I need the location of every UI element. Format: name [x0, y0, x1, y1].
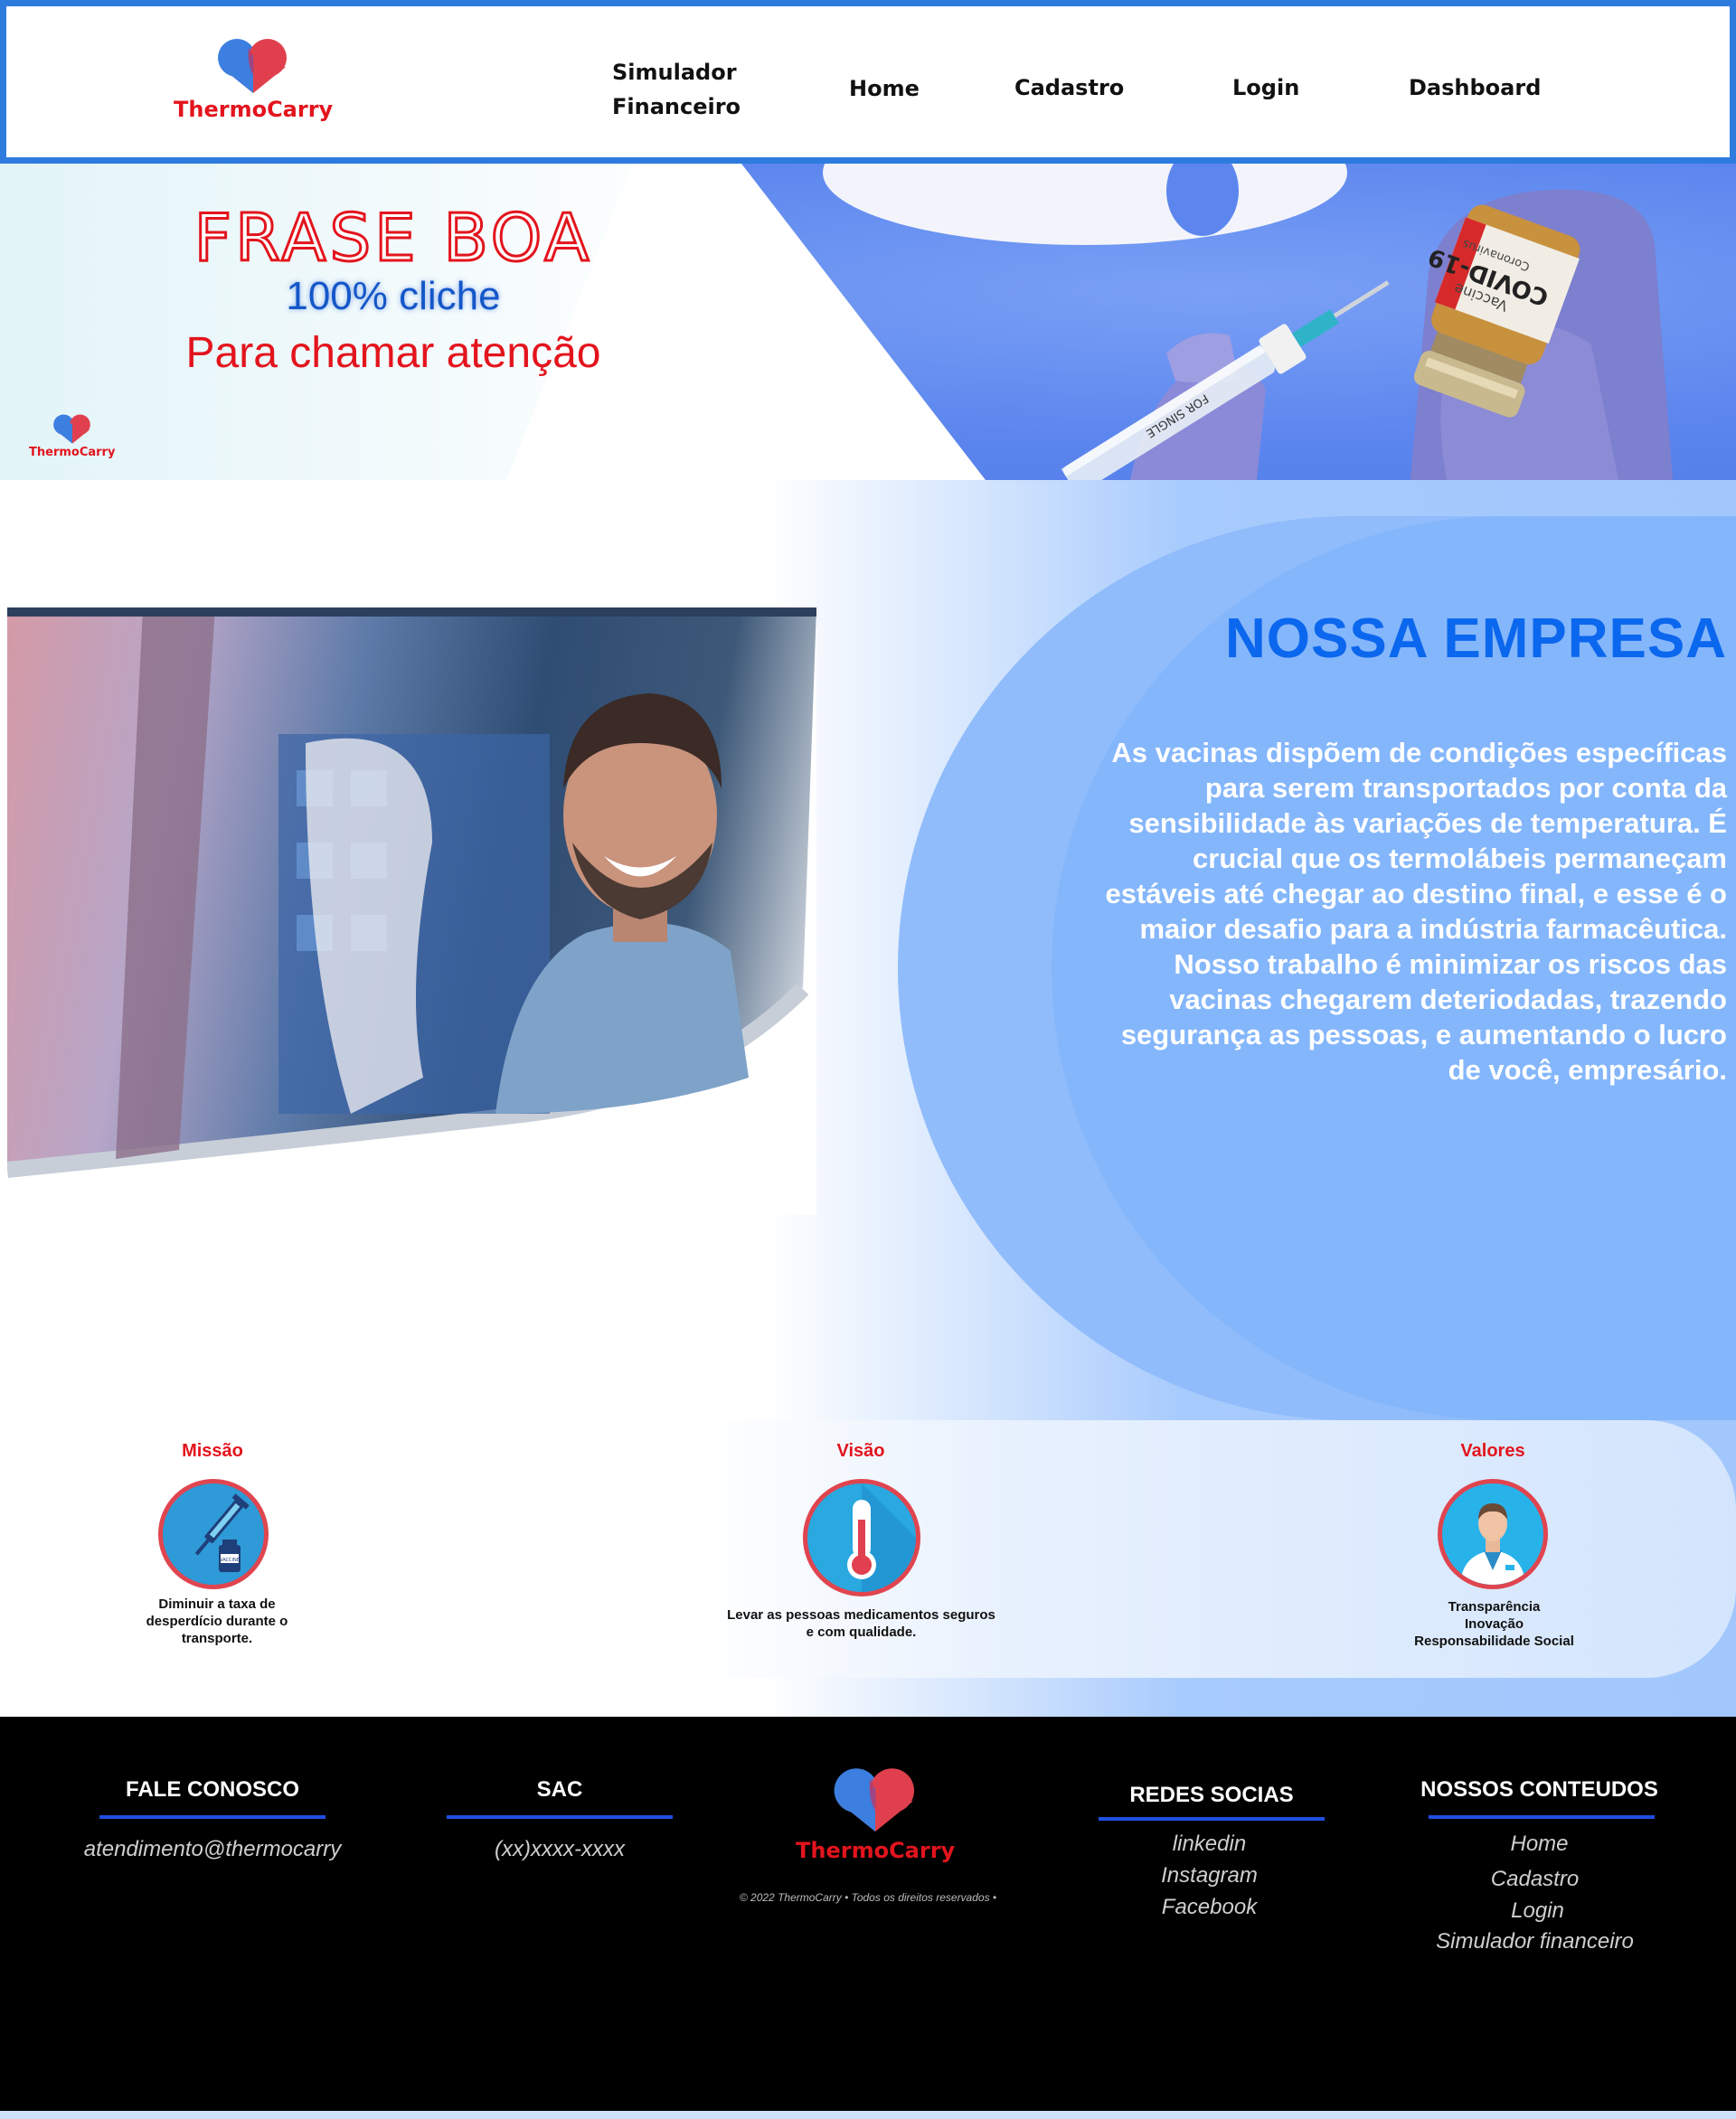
- nav-cadastro[interactable]: Cadastro: [1014, 71, 1124, 105]
- valores-text: Transparência Inovação Responsabilidade …: [1392, 1598, 1596, 1650]
- visao-text-line1: Levar as pessoas medicamentos seguros: [727, 1607, 995, 1623]
- nav-home[interactable]: Home: [849, 71, 920, 106]
- footer-link-cadastro[interactable]: Cadastro: [1424, 1867, 1646, 1892]
- footer-conteudos-underline: [1429, 1815, 1655, 1819]
- heart-logo-icon: [218, 39, 288, 93]
- footer-link-login[interactable]: Login: [1427, 1898, 1648, 1924]
- driver-photo: [7, 607, 816, 1215]
- about-description: As vacinas dispõem de condições específi…: [1105, 737, 1727, 1086]
- missao-text-line1: Diminuir a taxa de: [158, 1596, 276, 1612]
- valores-text-line1: Transparência: [1448, 1599, 1541, 1615]
- hero-brand-name: ThermoCarry: [29, 446, 116, 459]
- nav-simulador-line2: Financeiro: [612, 94, 741, 119]
- footer-link-instagram[interactable]: Instagram: [1099, 1863, 1320, 1888]
- site-header: ThermoCarry Simulador Financeiro Home Ca…: [0, 0, 1736, 164]
- visao-text-line2: e com qualidade.: [806, 1625, 917, 1640]
- nav-simulador-line1: Simulador: [612, 60, 737, 85]
- thermometer-icon: [803, 1479, 920, 1596]
- nav-dashboard[interactable]: Dashboard: [1409, 71, 1541, 105]
- footer-phone[interactable]: (xx)xxxx-xxxx: [447, 1837, 673, 1862]
- about-title: NOSSA EMPRESA: [1224, 607, 1727, 670]
- heart-logo-icon: [834, 1768, 915, 1832]
- hero-tagline: Para chamar atenção: [185, 329, 601, 377]
- footer-link-linkedin[interactable]: linkedin: [1099, 1832, 1320, 1857]
- missao-text-line2: desperdício durante o: [146, 1614, 288, 1629]
- valores-title: Valores: [1460, 1441, 1525, 1461]
- footer-link-facebook[interactable]: Facebook: [1099, 1895, 1320, 1920]
- syringe-vaccine-icon: VACCINE: [158, 1479, 269, 1589]
- hero-logo: ThermoCarry: [29, 413, 115, 459]
- missao-text-line3: transporte.: [181, 1631, 253, 1646]
- footer-sac-underline: [447, 1815, 673, 1819]
- header-brand-name: ThermoCarry: [174, 97, 334, 122]
- valores-text-line2: Inovação: [1464, 1616, 1524, 1632]
- footer-email-link[interactable]: atendimento@thermocarry: [54, 1837, 371, 1862]
- footer-brand-name: ThermoCarry: [796, 1838, 956, 1863]
- hero-subheadline: 100% cliche: [286, 274, 501, 318]
- driver-photo-illustration: [7, 607, 816, 1215]
- footer-sac-title: SAC: [536, 1777, 583, 1802]
- header-logo[interactable]: ThermoCarry: [174, 37, 333, 122]
- missao-text: Diminuir a taxa de desperdício durante o…: [118, 1596, 316, 1647]
- footer-redes-title: REDES SOCIAS: [1129, 1783, 1294, 1807]
- valores-text-line3: Responsabilidade Social: [1414, 1634, 1574, 1649]
- footer-bottom-bar: [0, 2111, 1736, 2119]
- site-footer: FALE CONOSCO atendimento@thermocarry SAC…: [0, 1717, 1736, 2111]
- footer-fale-conosco-underline: [99, 1815, 326, 1819]
- footer-link-home[interactable]: Home: [1429, 1832, 1650, 1857]
- hero-banner: COVID-19 Coronavirus Vaccine FOR SINGLE …: [0, 164, 1736, 480]
- footer-copyright: © 2022 ThermoCarry • Todos os direitos r…: [739, 1891, 997, 1904]
- doctor-icon: [1438, 1479, 1548, 1589]
- footer-link-simulador[interactable]: Simulador financeiro: [1410, 1929, 1659, 1954]
- nav-login[interactable]: Login: [1232, 71, 1299, 105]
- footer-redes-underline: [1099, 1817, 1325, 1821]
- visao-title: Visão: [836, 1441, 885, 1461]
- footer-logo[interactable]: ThermoCarry: [796, 1766, 955, 1863]
- nav-simulador-financeiro[interactable]: Simulador Financeiro: [612, 55, 741, 124]
- footer-fale-conosco-title: FALE CONOSCO: [125, 1777, 299, 1802]
- heart-logo-icon: [52, 414, 90, 444]
- vaccine-vial-label: VACCINE: [220, 1558, 240, 1563]
- hero-headline: FRASE BOA: [193, 199, 593, 278]
- missao-title: Missão: [182, 1441, 243, 1461]
- visao-text: Levar as pessoas medicamentos seguros e …: [696, 1606, 1026, 1641]
- footer-conteudos-title: NOSSOS CONTEUDOS: [1420, 1777, 1658, 1802]
